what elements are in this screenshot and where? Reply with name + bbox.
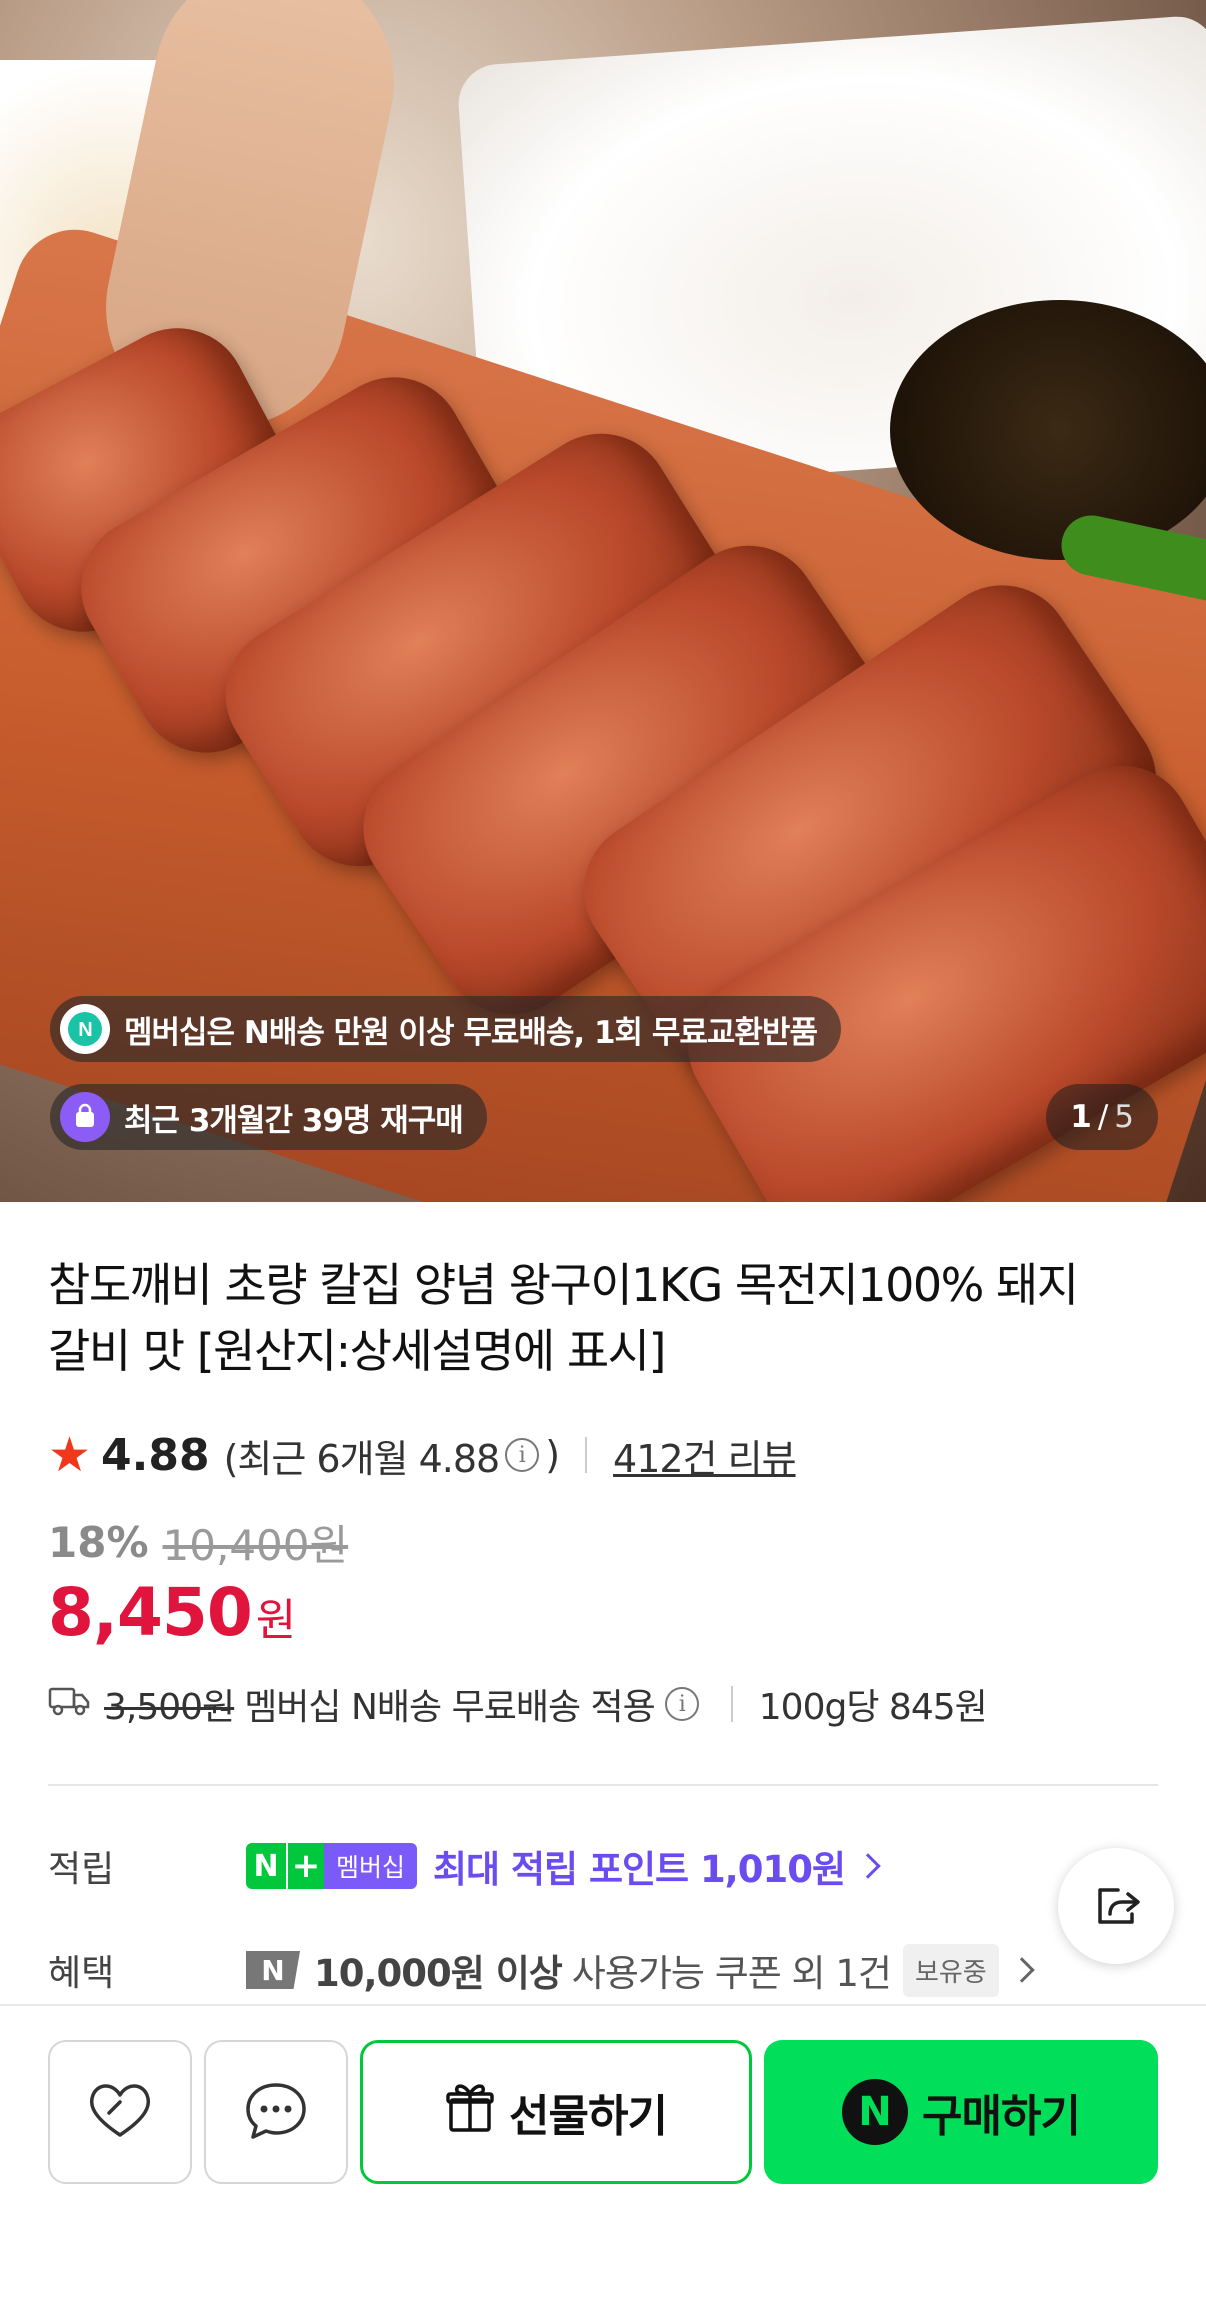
sale-price: 8,450 원 bbox=[48, 1574, 296, 1651]
n-coupon-icon: N bbox=[246, 1951, 300, 1989]
wishlist-button[interactable] bbox=[48, 2040, 192, 2184]
points-text[interactable]: 최대 적립 포인트 1,010원 bbox=[433, 1839, 846, 1893]
coupon-text: 사용가능 쿠폰 외 1건 bbox=[571, 1952, 892, 1995]
buy-button[interactable]: N 구매하기 bbox=[764, 2040, 1158, 2184]
badge-membership: 멤버십 bbox=[324, 1843, 418, 1889]
badge-n: N bbox=[246, 1843, 286, 1889]
counter-current: 1 bbox=[1070, 1099, 1092, 1135]
rating-row: ★ 4.88 (최근 6개월 4.88 i ) 412건 리뷰 bbox=[48, 1420, 797, 1490]
coupon-condition: 10,000원 이상 bbox=[314, 1952, 563, 1995]
membership-badge-text: 멤버십은 N배송 만원 이상 무료배송, 1회 무료교환반품 bbox=[124, 1014, 818, 1051]
n-plus-membership-badge: N + 멤버십 bbox=[246, 1843, 418, 1889]
unit-price: 100g당 845원 bbox=[758, 1687, 988, 1728]
coupon-row[interactable]: 혜택 N 10,000원 이상 사용가능 쿠폰 외 1건 보유중 bbox=[48, 1938, 1035, 2002]
info-icon[interactable]: i bbox=[664, 1687, 699, 1721]
coupon-owned-badge: 보유중 bbox=[902, 1943, 999, 1997]
recent-rating-prefix: (최근 6개월 4.88 bbox=[223, 1436, 501, 1481]
sale-price-amount: 8,450 bbox=[48, 1574, 253, 1651]
gift-icon bbox=[445, 2080, 495, 2145]
points-row[interactable]: 적립 N + 멤버십 최대 적립 포인트 1,010원 bbox=[48, 1834, 881, 1898]
coupon-label: 혜택 bbox=[48, 1953, 115, 1994]
shopping-bag-icon bbox=[60, 1092, 110, 1142]
divider bbox=[48, 1784, 1158, 1786]
discount-row: 18% 10,400원 bbox=[48, 1512, 348, 1573]
image-counter: 1 / 5 bbox=[1046, 1084, 1158, 1150]
original-price: 10,400원 bbox=[162, 1521, 349, 1570]
repurchase-badge: 최근 3개월간 39명 재구매 bbox=[50, 1084, 487, 1150]
product-title: 참도깨비 초량 칼집 양념 왕구이1KG 목전지100% 돼지갈비 맛 [원산지… bbox=[48, 1258, 1079, 1378]
gift-button[interactable]: 선물하기 bbox=[360, 2040, 752, 2184]
shipping-policy: 멤버십 N배송 무료배송 적용 bbox=[244, 1687, 656, 1728]
review-count-link[interactable]: 412건 리뷰 bbox=[613, 1428, 796, 1483]
membership-badge: N 멤버십은 N배송 만원 이상 무료배송, 1회 무료교환반품 bbox=[50, 996, 841, 1062]
discount-rate: 18% bbox=[48, 1518, 149, 1567]
separator bbox=[585, 1437, 588, 1473]
rating-score: 4.88 bbox=[101, 1429, 210, 1481]
chevron-right-icon bbox=[1008, 1957, 1035, 1983]
svg-text:N: N bbox=[78, 1019, 92, 1041]
counter-separator: / bbox=[1097, 1099, 1109, 1135]
heart-icon bbox=[85, 2079, 155, 2145]
chevron-right-icon bbox=[855, 1853, 881, 1879]
sale-price-currency: 원 bbox=[255, 1595, 297, 1646]
share-icon bbox=[1088, 1876, 1144, 1936]
truck-icon bbox=[48, 1683, 90, 1726]
bottom-action-bar: 선물하기 N 구매하기 bbox=[0, 2004, 1206, 2314]
recent-rating-suffix: ) bbox=[545, 1433, 560, 1477]
original-shipping-fee: 3,500원 bbox=[104, 1687, 235, 1728]
gift-button-label: 선물하기 bbox=[509, 2091, 668, 2142]
chat-icon bbox=[243, 2079, 309, 2145]
badge-plus: + bbox=[286, 1843, 324, 1889]
repurchase-badge-text: 최근 3개월간 39명 재구매 bbox=[124, 1102, 464, 1139]
naver-pay-icon: N bbox=[842, 2079, 909, 2145]
points-label: 적립 bbox=[48, 1849, 115, 1890]
chat-button[interactable] bbox=[204, 2040, 348, 2184]
separator bbox=[730, 1686, 733, 1722]
star-icon: ★ bbox=[48, 1427, 92, 1483]
product-image-carousel[interactable]: N 멤버십은 N배송 만원 이상 무료배송, 1회 무료교환반품 최근 3개월간… bbox=[0, 0, 1206, 1202]
buy-button-label: 구매하기 bbox=[922, 2091, 1081, 2142]
counter-total: 5 bbox=[1114, 1099, 1134, 1135]
shipping-row: 3,500원 멤버십 N배송 무료배송 적용 i 100g당 845원 bbox=[48, 1676, 988, 1732]
n-delivery-icon: N bbox=[60, 1004, 110, 1054]
info-icon[interactable]: i bbox=[505, 1438, 540, 1472]
share-button[interactable] bbox=[1058, 1848, 1174, 1964]
